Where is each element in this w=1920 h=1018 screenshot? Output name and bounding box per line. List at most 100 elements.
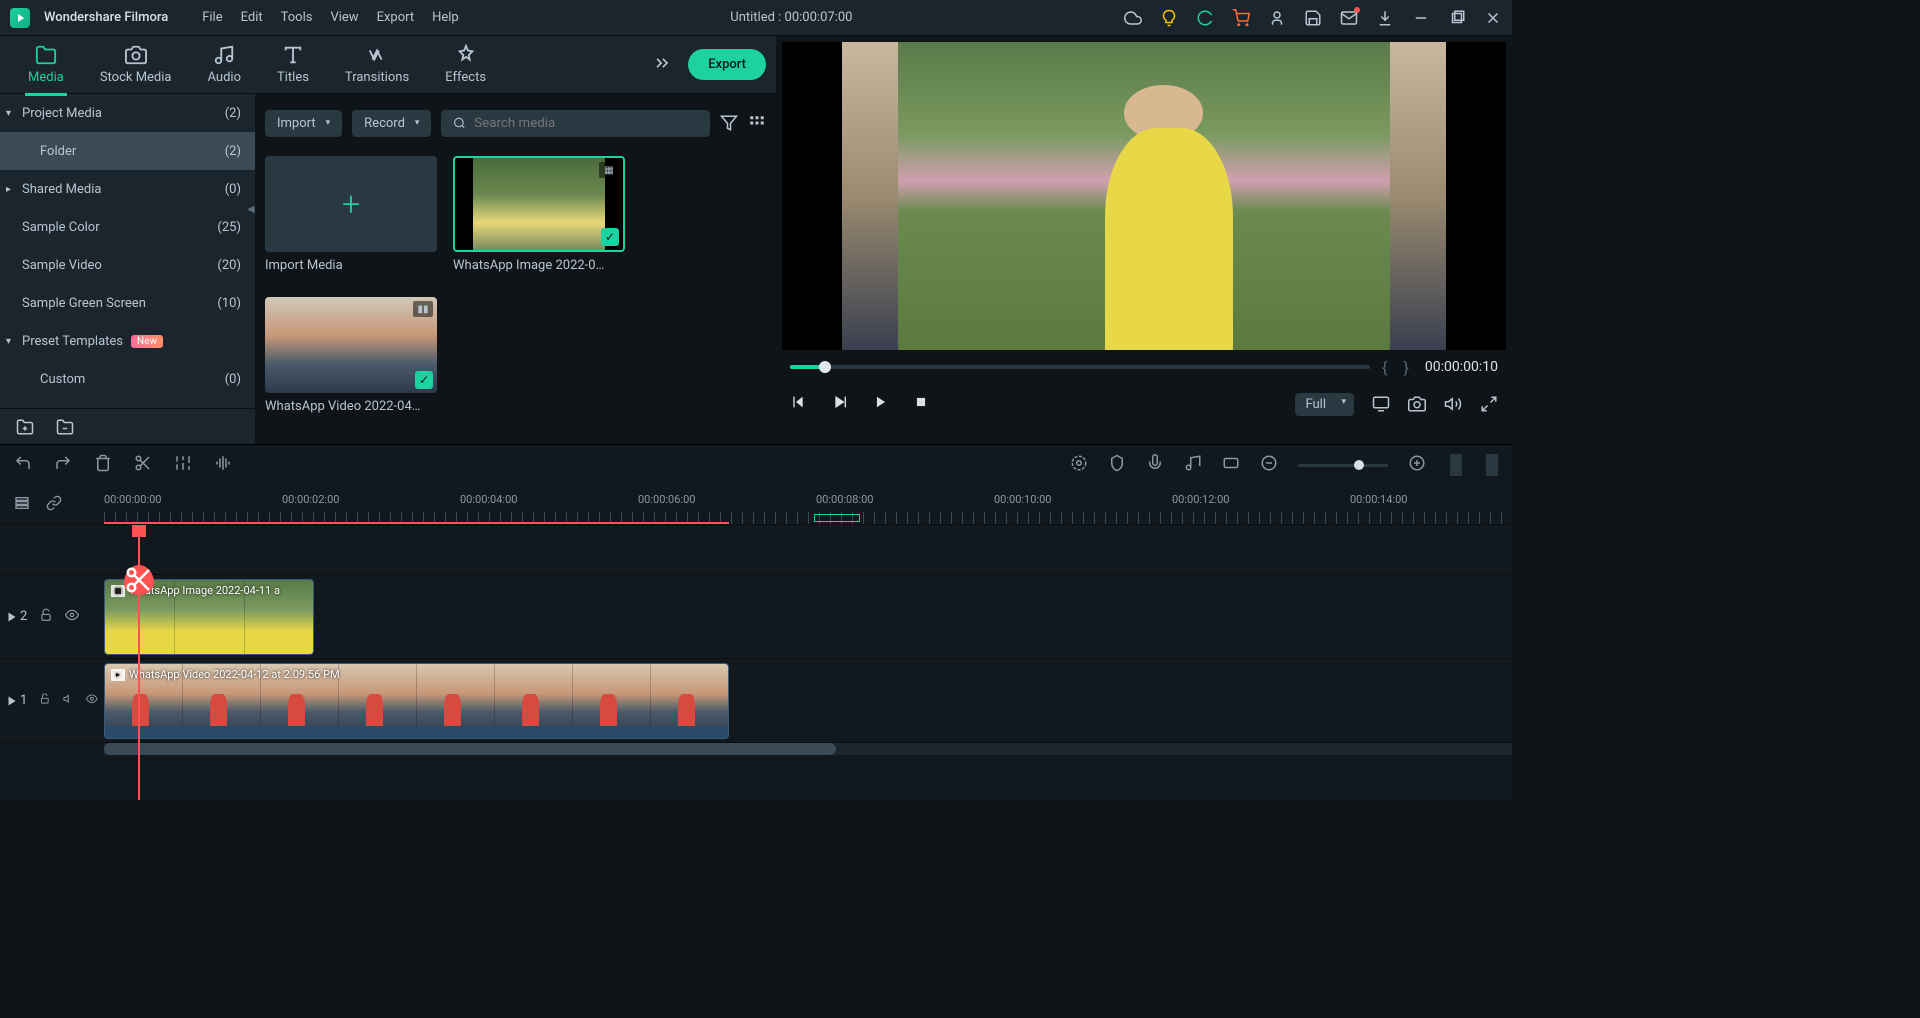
app-name: Wondershare Filmora — [44, 10, 168, 25]
mark-in-icon[interactable]: { — [1382, 358, 1391, 377]
effects-icon — [455, 44, 477, 66]
tab-audio[interactable]: Audio — [190, 44, 259, 85]
display-icon[interactable] — [1372, 395, 1390, 413]
media-item-video[interactable]: ▮▮ ✓ WhatsApp Video 2022-04… — [265, 297, 437, 414]
adjust-icon[interactable] — [174, 454, 192, 476]
menu-file[interactable]: File — [202, 10, 222, 25]
camera-icon — [125, 44, 147, 66]
delete-folder-icon[interactable] — [56, 418, 74, 436]
import-dropdown[interactable]: Import▾ — [265, 110, 342, 137]
marker-icon[interactable] — [1108, 454, 1126, 476]
fullscreen-icon[interactable] — [1480, 395, 1498, 413]
save-icon[interactable] — [1304, 9, 1322, 27]
tab-stock-media[interactable]: Stock Media — [82, 44, 190, 85]
track-manager-icon[interactable] — [14, 495, 30, 515]
volume-icon[interactable] — [1444, 395, 1462, 413]
tips-icon[interactable] — [1160, 9, 1178, 27]
tab-transitions[interactable]: Transitions — [327, 44, 427, 85]
minimize-icon[interactable] — [1412, 9, 1430, 27]
sidebar-sample-green-screen[interactable]: Sample Green Screen(10) — [0, 284, 255, 322]
zoom-in-icon[interactable] — [1408, 454, 1426, 476]
filter-icon[interactable] — [720, 114, 738, 132]
timeline-clip-video[interactable]: ▸WhatsApp Video 2022-04-12 at 2.09.56 PM — [104, 663, 729, 739]
preview-viewport[interactable] — [782, 42, 1506, 350]
cloud-icon[interactable] — [1124, 9, 1142, 27]
render-icon[interactable] — [1070, 454, 1088, 476]
export-button[interactable]: Export — [688, 49, 766, 80]
play-icon[interactable] — [832, 394, 848, 414]
ruler-tick: 00:00:14:00 — [1350, 493, 1407, 506]
sidebar-sample-video[interactable]: Sample Video(20) — [0, 246, 255, 284]
delete-icon[interactable] — [94, 454, 112, 476]
snapshot-icon[interactable] — [1408, 395, 1426, 413]
scissors-icon[interactable] — [124, 565, 154, 595]
media-item-image[interactable]: ▦ ✓ WhatsApp Image 2022-0… — [453, 156, 625, 273]
media-browser: ◀ Import▾ Record▾ + Import Media — [255, 94, 776, 444]
redo-icon[interactable] — [54, 454, 72, 476]
stop-icon[interactable] — [914, 395, 928, 413]
tab-titles[interactable]: Titles — [259, 44, 327, 85]
undo-icon[interactable] — [14, 454, 32, 476]
cart-icon[interactable] — [1232, 9, 1250, 27]
menu-view[interactable]: View — [330, 10, 358, 25]
zoom-out-icon[interactable] — [1260, 454, 1278, 476]
app-logo-icon — [10, 8, 30, 28]
grid-view-icon[interactable] — [748, 114, 766, 132]
voiceover-icon[interactable] — [1146, 454, 1164, 476]
playhead[interactable] — [138, 525, 140, 800]
mark-out-icon[interactable]: } — [1403, 358, 1412, 377]
sidebar-custom[interactable]: Custom(0) — [0, 360, 255, 398]
play-forward-icon[interactable] — [874, 395, 888, 413]
new-badge: New — [131, 335, 163, 348]
menu-export[interactable]: Export — [377, 10, 415, 25]
prev-frame-icon[interactable] — [790, 394, 806, 414]
mail-icon[interactable] — [1340, 9, 1358, 27]
close-icon[interactable] — [1484, 9, 1502, 27]
track-lock-icon[interactable] — [39, 608, 53, 626]
timeline-scrollbar[interactable] — [104, 743, 1512, 755]
tab-media[interactable]: Media — [10, 44, 82, 85]
preview-seek-slider[interactable] — [790, 365, 1370, 369]
search-input[interactable] — [441, 110, 710, 137]
ruler-tick: 00:00:10:00 — [994, 493, 1051, 506]
sidebar-project-media[interactable]: Project Media(2) — [0, 94, 255, 132]
check-icon: ✓ — [601, 228, 619, 246]
menu-edit[interactable]: Edit — [241, 10, 263, 25]
timeline-ruler[interactable]: 00:00:00:00 00:00:02:00 00:00:04:00 00:0… — [0, 485, 1512, 525]
audio-mixer-icon[interactable] — [1184, 454, 1202, 476]
sidebar-shared-media[interactable]: Shared Media(0) — [0, 170, 255, 208]
record-dropdown[interactable]: Record▾ — [352, 110, 431, 137]
zoom-fit2-icon[interactable] — [1486, 454, 1498, 476]
track-lock-icon[interactable] — [39, 693, 51, 709]
collapse-tabs-icon[interactable] — [652, 53, 672, 77]
ruler-tick: 00:00:06:00 — [638, 493, 695, 506]
track-visibility-icon[interactable] — [65, 608, 79, 626]
sidebar-preset-templates[interactable]: Preset TemplatesNew — [0, 322, 255, 360]
timeline-tracks: 2 ▦WhatsApp Image 2022-04-11 a 1 — [0, 525, 1512, 800]
zoom-slider[interactable] — [1298, 464, 1388, 467]
split-icon[interactable] — [134, 454, 152, 476]
menu-tools[interactable]: Tools — [281, 10, 313, 25]
track-visibility-icon[interactable] — [86, 693, 98, 709]
download-icon[interactable] — [1376, 9, 1394, 27]
maximize-icon[interactable] — [1448, 9, 1466, 27]
preview-quality-dropdown[interactable]: Full — [1295, 393, 1354, 416]
support-icon[interactable] — [1196, 9, 1214, 27]
sidebar-sample-color[interactable]: Sample Color(25) — [0, 208, 255, 246]
track-mute-icon[interactable] — [63, 693, 75, 709]
sidebar-collapse-icon[interactable]: ◀ — [247, 204, 255, 215]
ruler-marker[interactable] — [814, 514, 860, 522]
new-folder-icon[interactable] — [16, 418, 34, 436]
tab-effects[interactable]: Effects — [427, 44, 504, 85]
media-sidebar: Project Media(2) Folder(2) Shared Media(… — [0, 94, 255, 444]
import-media-tile[interactable]: + Import Media — [265, 156, 437, 273]
account-icon[interactable] — [1268, 9, 1286, 27]
audio-edit-icon[interactable] — [214, 454, 232, 476]
crop-icon[interactable] — [1222, 454, 1240, 476]
video-track-icon — [6, 611, 18, 623]
transitions-icon — [366, 44, 388, 66]
zoom-fit-icon[interactable] — [1450, 454, 1462, 476]
sidebar-folder[interactable]: Folder(2) — [0, 132, 255, 170]
link-icon[interactable] — [46, 495, 62, 515]
menu-help[interactable]: Help — [432, 10, 459, 25]
